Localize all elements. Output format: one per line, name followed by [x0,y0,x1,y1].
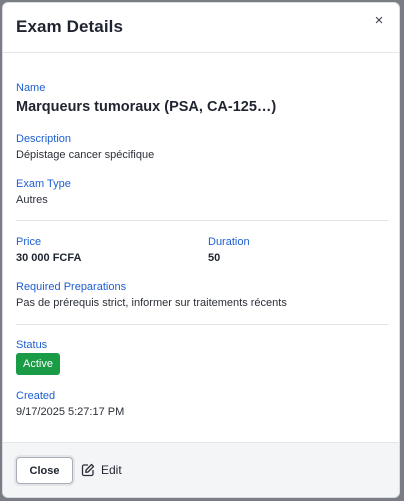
divider [16,324,388,325]
edit-button-label: Edit [101,463,122,477]
divider [16,220,388,221]
modal-body: Name Marqueurs tumoraux (PSA, CA-125…) D… [16,53,388,445]
edit-button[interactable]: Edit [81,459,122,481]
price-label: Price [16,236,42,248]
exam-name: Marqueurs tumoraux (PSA, CA-125…) [16,99,277,115]
required-preparations-value: Pas de prérequis strict, informer sur tr… [16,297,287,309]
exam-type-label: Exam Type [16,178,71,190]
status-label: Status [16,339,48,351]
description-value: Dépistage cancer spécifique [16,149,155,161]
price-value: 30 000 FCFA [16,252,82,264]
exam-details-modal: Exam Details × Name Marqueurs tumoraux (… [2,2,400,498]
modal-header: Exam Details × [3,3,399,53]
modal-title: Exam Details [16,17,124,36]
close-icon[interactable]: × [371,13,387,29]
duration-label: Duration [208,236,250,248]
description-label: Description [16,133,72,145]
created-label: Created [16,390,56,402]
exam-type-value: Autres [16,194,48,206]
close-button[interactable]: Close [16,457,73,484]
pencil-square-icon [81,463,95,477]
status-badge: Active [16,353,60,375]
created-value: 9/17/2025 5:27:17 PM [16,406,125,418]
name-label: Name [16,82,46,94]
modal-footer: Close Edit [3,442,399,497]
required-preparations-label: Required Preparations [16,281,127,293]
duration-value: 50 [208,252,221,264]
